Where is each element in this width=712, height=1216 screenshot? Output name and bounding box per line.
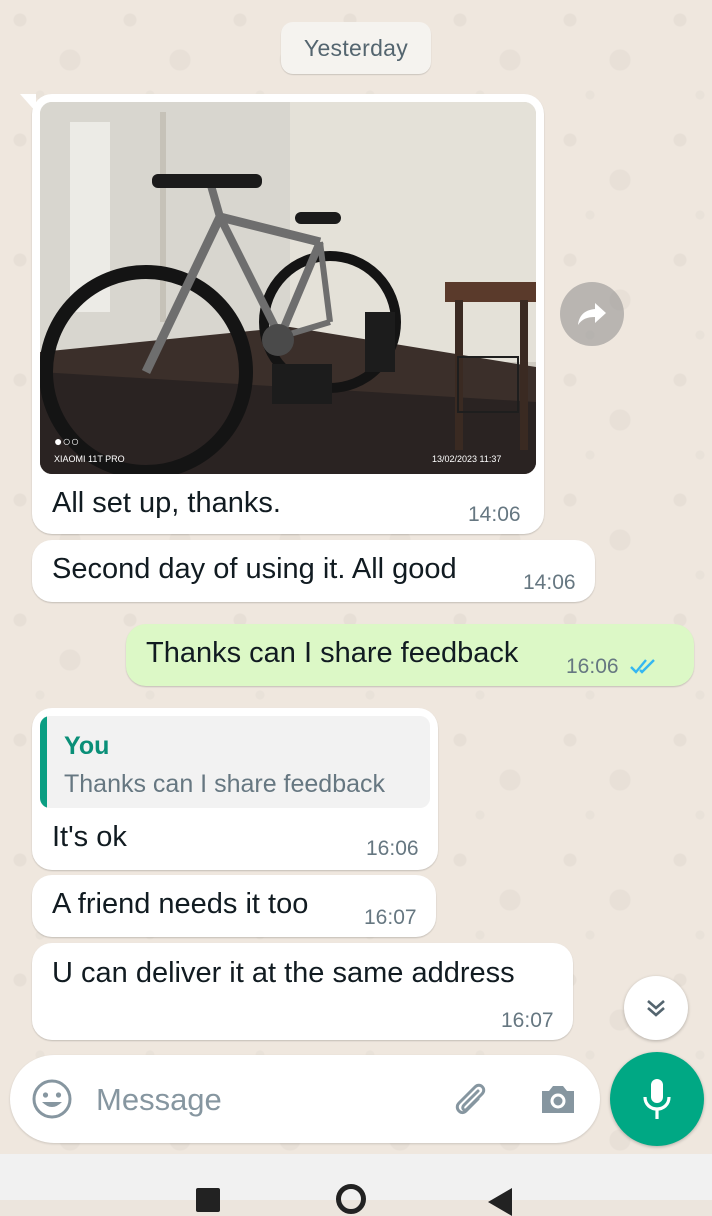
bicycle-photo: ●○○ XIAOMI 11T PRO 13/02/2023 11:37 — [40, 102, 536, 474]
message-bubble[interactable]: U can deliver it at the same address 16:… — [32, 943, 573, 1040]
message-text: U can deliver it at the same address — [52, 957, 515, 989]
recent-apps-icon[interactable] — [196, 1188, 220, 1212]
message-time: 14:06 — [523, 571, 576, 594]
forward-icon — [578, 303, 606, 325]
home-icon[interactable] — [336, 1184, 366, 1214]
message-bubble[interactable]: A friend needs it too 16:07 — [32, 875, 436, 937]
camera-icon[interactable] — [536, 1077, 580, 1121]
message-bubble-outgoing[interactable]: Thanks can I share feedback 16:06 — [126, 624, 694, 686]
forward-button[interactable] — [560, 282, 624, 346]
date-separator: Yesterday — [281, 22, 431, 74]
message-text: Thanks can I share feedback — [146, 637, 519, 669]
quoted-message[interactable]: You Thanks can I share feedback — [40, 716, 430, 808]
message-time: 14:06 — [468, 503, 521, 526]
photo-caption-left: XIAOMI 11T PRO — [54, 454, 125, 464]
message-text: All set up, thanks. — [52, 487, 281, 519]
quote-accent-bar — [40, 716, 47, 808]
scroll-to-bottom-button[interactable] — [624, 976, 688, 1040]
double-chevron-down-icon — [647, 1000, 665, 1017]
voice-message-button[interactable] — [610, 1052, 704, 1146]
system-navigation-bar — [0, 1154, 712, 1216]
message-photo[interactable]: ●○○ XIAOMI 11T PRO 13/02/2023 11:37 — [40, 102, 536, 474]
photo-caption-right: 13/02/2023 11:37 — [432, 454, 501, 464]
message-time: 16:06 — [566, 655, 619, 678]
message-image-bubble[interactable]: ●○○ XIAOMI 11T PRO 13/02/2023 11:37 All … — [20, 94, 544, 534]
message-time: 16:06 — [366, 837, 419, 860]
message-time: 16:07 — [364, 906, 417, 929]
message-bubble[interactable]: Second day of using it. All good 14:06 — [32, 540, 595, 602]
message-input[interactable] — [94, 1075, 428, 1125]
bubble-tail — [20, 94, 36, 112]
attach-icon[interactable] — [448, 1077, 492, 1121]
message-text: Second day of using it. All good — [52, 553, 457, 585]
message-text: A friend needs it too — [52, 888, 309, 920]
message-composer — [10, 1055, 600, 1143]
quote-author: You — [64, 732, 110, 760]
message-reply-bubble[interactable]: You Thanks can I share feedback It's ok … — [32, 708, 438, 870]
mic-icon — [643, 1079, 671, 1119]
svg-text:●○○: ●○○ — [54, 433, 79, 449]
date-separator-label: Yesterday — [303, 34, 409, 61]
emoji-icon[interactable] — [30, 1077, 74, 1121]
quote-text: Thanks can I share feedback — [64, 770, 386, 798]
double-check-icon — [630, 659, 655, 674]
message-text: It's ok — [52, 821, 127, 853]
back-icon[interactable] — [488, 1188, 512, 1216]
message-time: 16:07 — [501, 1009, 554, 1032]
